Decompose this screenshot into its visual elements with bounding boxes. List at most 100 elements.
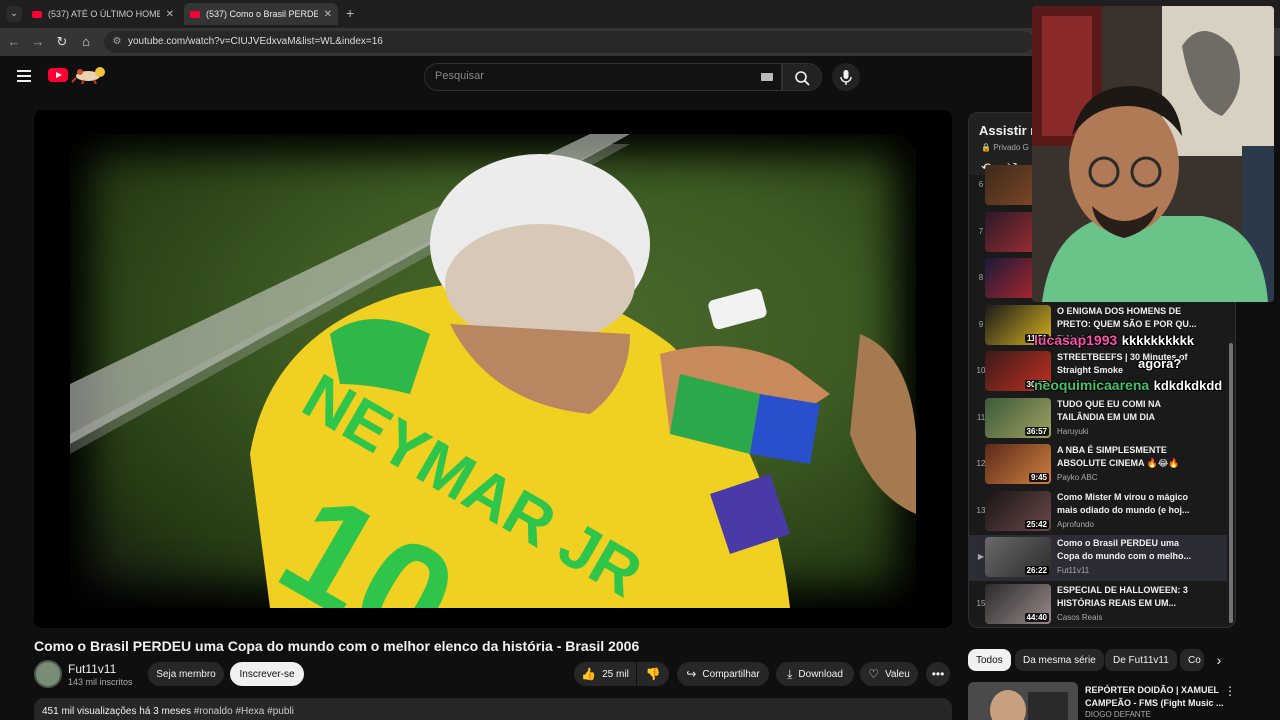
playlist-item-title[interactable]: TUDO QUE EU COMI NA TAILÂNDIA EM UM DIA [1057, 398, 1197, 424]
playlist-item-title[interactable]: O ENIGMA DOS HOMENS DE PRETO: QUEM SÃO E… [1057, 305, 1197, 331]
playlist-item-title[interactable]: A NBA É SIMPLESMENTE ABSOLUTE CINEMA 🔥😂🔥 [1057, 444, 1197, 470]
playlist-item[interactable]: 11 36:57 TUDO QUE EU COMI NA TAILÂNDIA EM … [969, 396, 1227, 442]
tab-title: (537) ATÉ O ÚLTIMO HOMEM: / [48, 9, 160, 19]
recommended-channel: DIOGO DEFANTE [1085, 710, 1151, 719]
chip-same-series[interactable]: Da mesma série [1015, 649, 1104, 671]
chat-message: agora? [1138, 355, 1181, 373]
browser-tab-2[interactable]: (537) Como o Brasil PERDEU u ✕ [184, 3, 338, 25]
search-icon [795, 71, 810, 86]
video-player[interactable]: NEYMAR JR 10 [34, 110, 952, 628]
playlist-item-thumbnail[interactable]: 9:45 [985, 444, 1051, 484]
chat-username: neoquimicaarena [1034, 377, 1150, 393]
menu-icon[interactable] [17, 70, 31, 82]
join-button[interactable]: Seja membro [148, 662, 224, 686]
search-button[interactable] [782, 63, 822, 91]
playlist-item-channel: Fut11v11 [1057, 566, 1090, 575]
tab-title: (537) Como o Brasil PERDEU u [206, 9, 318, 19]
webcam-image [1032, 6, 1274, 302]
description-text: 451 mil visualizações há 3 meses #ronald… [42, 706, 294, 717]
chip-label: Da mesma série [1023, 654, 1096, 666]
chevron-right-icon[interactable]: › [1210, 651, 1228, 669]
more-vert-icon[interactable]: ⋮ [1224, 684, 1236, 698]
tab-search-chevron-down-icon[interactable]: ⌄ [6, 6, 22, 22]
browser-tab-1[interactable]: (537) ATÉ O ÚLTIMO HOMEM: / ✕ [26, 3, 180, 25]
chip-label: De Fut11v11 [1113, 654, 1169, 666]
playlist-item-thumbnail[interactable]: 26:22 [985, 537, 1051, 577]
video-frame-image: NEYMAR JR 10 [70, 134, 916, 608]
chip-more[interactable]: Co [1180, 649, 1204, 671]
playlist-item-title[interactable]: Como o Brasil PERDEU uma Copa do mundo c… [1057, 537, 1197, 563]
more-actions-button[interactable]: ••• [926, 662, 950, 686]
youtube-logo-icon[interactable] [48, 68, 68, 82]
site-info-icon[interactable]: ⚙ [111, 36, 123, 48]
voice-search-button[interactable] [832, 63, 860, 91]
playlist-item-thumbnail[interactable]: 36:57 [985, 397, 1051, 438]
channel-name[interactable]: Fut11v11 [68, 662, 116, 676]
playlist-item[interactable]: ▶ 26:22 Como o Brasil PERDEU uma Copa do m… [969, 535, 1227, 581]
playlist-item[interactable]: 12 9:45 A NBA É SIMPLESMENTE ABSOLUTE CINE… [969, 442, 1227, 488]
duration-badge: 26:22 [1024, 566, 1049, 575]
keyboard-icon[interactable] [761, 73, 773, 81]
view-count-date: 451 mil visualizações há 3 meses [42, 706, 191, 717]
thanks-button-label: Valeu [884, 668, 910, 680]
subscriber-count: 143 mil inscritos [68, 677, 133, 687]
recommended-thumbnail-image [968, 682, 1078, 720]
chat-text: kkkkkkkkkk [1121, 333, 1195, 348]
playlist-privacy: 🔒 Privado G [981, 143, 1029, 152]
video-frame: NEYMAR JR 10 [70, 134, 916, 608]
streamer-webcam [1032, 6, 1274, 302]
chip-label: Todos [976, 654, 1003, 666]
playlist-scrollbar[interactable] [1229, 343, 1233, 623]
reload-icon[interactable]: ↻ [54, 34, 70, 50]
search-box [424, 63, 782, 91]
home-icon[interactable]: ⌂ [78, 34, 94, 50]
channel-avatar[interactable] [34, 660, 62, 688]
description-box[interactable]: 451 mil visualizações há 3 meses #ronald… [34, 698, 952, 720]
new-tab-button[interactable]: + [346, 5, 354, 21]
like-count: 25 mil [602, 668, 629, 680]
playlist-item-thumbnail[interactable]: 44:40 [985, 583, 1051, 624]
back-arrow-left-icon[interactable]: ← [6, 34, 22, 50]
dislike-button[interactable]: 👎 [637, 662, 669, 686]
playlist-item-thumbnail[interactable]: 25:42 [985, 490, 1051, 531]
duration-badge: 36:57 [1024, 426, 1049, 436]
url-input[interactable]: ⚙ youtube.com/watch?v=CIUJVEdxvaM&list=W… [104, 31, 1034, 53]
tab-close-icon[interactable]: ✕ [166, 9, 174, 20]
search-input[interactable] [435, 70, 755, 82]
chip-channel[interactable]: De Fut11v11 [1105, 649, 1177, 671]
subscribe-button[interactable]: Inscrever-se [230, 662, 304, 686]
privacy-suffix: G [1022, 143, 1029, 152]
youtube-favicon-icon [190, 10, 200, 18]
thumbs-up-icon: 👍 [581, 667, 597, 681]
playlist-item-channel: Payko ABC [1057, 473, 1098, 482]
duration-badge: 25:42 [1024, 519, 1049, 529]
lock-icon: 🔒 [981, 143, 991, 152]
like-button[interactable]: 👍 25 mil [574, 662, 636, 686]
more-horiz-icon: ••• [931, 667, 945, 681]
thanks-button[interactable]: ♡ Valeu [860, 662, 918, 686]
hashtags[interactable]: #ronaldo #Hexa #publi [194, 706, 294, 717]
tab-close-icon[interactable]: ✕ [324, 9, 332, 20]
chat-message: lucasap1993 kkkkkkkkkk [1034, 332, 1194, 350]
logo-doodle-icon[interactable] [70, 64, 112, 84]
chip-label: Co [1188, 654, 1201, 666]
playlist-item-title[interactable]: ESPECIAL DE HALLOWEEN: 3 HISTÓRIAS REAIS… [1057, 584, 1197, 610]
playlist-item-channel: Aprofundo [1057, 519, 1094, 529]
chat-username: lucasap1993 [1034, 332, 1118, 348]
duration-badge: 9:45 [1028, 473, 1049, 482]
download-button[interactable]: ⤓ Download [776, 662, 854, 686]
video-title: Como o Brasil PERDEU uma Copa do mundo c… [34, 638, 640, 654]
share-icon: ↪ [686, 667, 697, 681]
recommended-thumbnail[interactable] [968, 682, 1078, 720]
playlist-item-title[interactable]: Como Mister M virou o mágico mais odiado… [1057, 491, 1197, 517]
share-button-label: Compartilhar [702, 668, 760, 680]
chat-text: agora? [1138, 356, 1182, 371]
playlist-item[interactable]: 13 25:42 Como Mister M virou o mágico mais… [969, 489, 1227, 535]
heart-icon: ♡ [868, 667, 879, 681]
url-text: youtube.com/watch?v=CIUJVEdxvaM&list=WL&… [128, 36, 383, 47]
forward-arrow-right-icon[interactable]: → [30, 34, 46, 50]
playlist-item[interactable]: 15 44:40 ESPECIAL DE HALLOWEEN: 3 HISTÓRIA… [969, 582, 1227, 628]
recommended-title[interactable]: REPÓRTER DOIDÃO | XAMUEL CAMPEÃO - FMS (… [1085, 684, 1225, 710]
share-button[interactable]: ↪ Compartilhar [677, 662, 769, 686]
chip-all[interactable]: Todos [968, 649, 1011, 671]
